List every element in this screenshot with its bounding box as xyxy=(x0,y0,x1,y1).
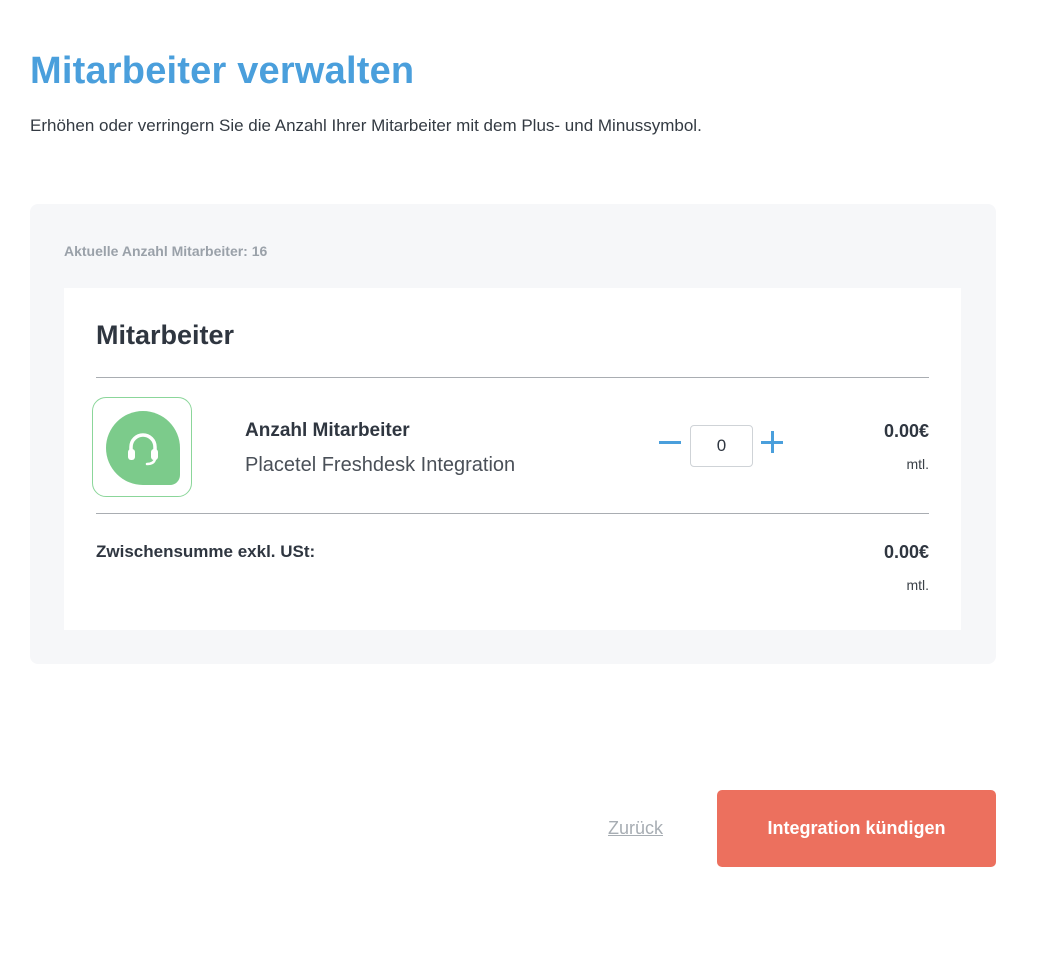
item-description: Placetel Freshdesk Integration xyxy=(245,454,516,476)
decrease-button[interactable] xyxy=(656,428,684,456)
item-period: mtl. xyxy=(906,456,929,472)
subtotal-label: Zwischensumme exkl. USt: xyxy=(96,542,316,561)
headset-icon xyxy=(128,433,158,466)
page-subtitle: Erhöhen oder verringern Sie die Anzahl I… xyxy=(30,116,702,135)
employee-card: Mitarbeiter Anzahl Mitarbeiter Placetel … xyxy=(64,288,961,630)
item-name: Anzahl Mitarbeiter xyxy=(245,420,410,441)
quantity-input[interactable] xyxy=(690,425,753,467)
employee-panel: Aktuelle Anzahl Mitarbeiter: 16 Mitarbei… xyxy=(30,204,996,664)
item-price: 0.00€ xyxy=(883,421,929,441)
manage-employees-page: Mitarbeiter verwalten Erhöhen oder verri… xyxy=(0,0,1048,962)
current-employee-count: Aktuelle Anzahl Mitarbeiter: 16 xyxy=(64,243,268,259)
card-title: Mitarbeiter xyxy=(96,320,235,350)
cancel-integration-button[interactable]: Integration kündigen xyxy=(717,790,996,867)
increase-button[interactable] xyxy=(758,428,786,456)
page-title: Mitarbeiter verwalten xyxy=(30,50,415,92)
divider xyxy=(96,377,929,378)
app-icon xyxy=(92,397,192,497)
subtotal-period: mtl. xyxy=(906,577,929,593)
divider xyxy=(96,513,929,514)
back-link[interactable]: Zurück xyxy=(608,818,663,839)
subtotal-price: 0.00€ xyxy=(883,542,929,562)
